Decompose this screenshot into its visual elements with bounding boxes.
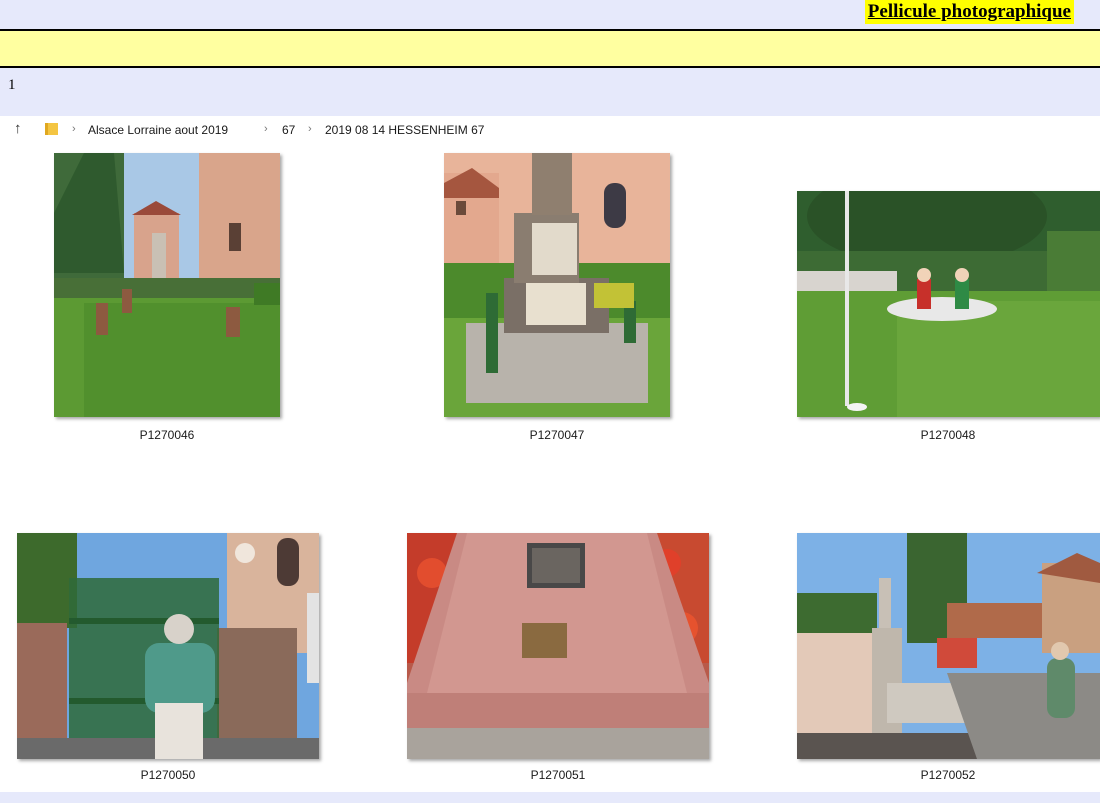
up-arrow-icon[interactable]: ↑ [14,120,22,137]
header-bar: Pellicule photographique [0,0,1100,31]
chevron-right-icon: › [72,123,76,135]
photo-caption-6[interactable]: P1270052 [848,768,1048,782]
garden-photo-icon [797,191,1100,417]
file-explorer: ↑ › Alsace Lorraine aout 2019 › 67 › 201… [0,116,1100,792]
chevron-right-icon: › [308,123,312,135]
plaque-photo-icon [407,533,709,759]
photo-caption-5[interactable]: P1270051 [458,768,658,782]
breadcrumb-item-folder[interactable]: 2019 08 14 HESSENHEIM 67 [325,123,484,137]
footer-strip [0,792,1100,803]
photo-thumbnail-6[interactable] [797,533,1100,759]
photo-thumbnail-3[interactable] [797,191,1100,417]
page-number: 1 [8,77,16,93]
breadcrumb-item-album[interactable]: Alsace Lorraine aout 2019 [88,123,228,137]
chevron-right-icon: › [264,123,268,135]
photo-thumbnail-4[interactable] [17,533,319,759]
number-row: 1 [0,68,1100,116]
photo-caption-2[interactable]: P1270047 [457,428,657,442]
church-photo-icon [54,153,280,417]
cemetery-photo-icon [797,533,1100,759]
photo-thumbnail-5[interactable] [407,533,709,759]
photo-thumbnail-1[interactable] [54,153,280,417]
folder-icon [45,123,58,135]
photo-caption-3[interactable]: P1270048 [848,428,1048,442]
breadcrumb: ↑ › Alsace Lorraine aout 2019 › 67 › 201… [0,116,1100,146]
photo-thumbnail-2[interactable] [444,153,670,417]
memorial-photo-icon [444,153,670,417]
page-title: Pellicule photographique [864,0,1074,24]
gate-photo-icon [17,533,319,759]
highlight-band [0,31,1100,68]
photo-caption-4[interactable]: P1270050 [68,768,268,782]
photo-caption-1[interactable]: P1270046 [67,428,267,442]
breadcrumb-item-67[interactable]: 67 [282,123,295,137]
